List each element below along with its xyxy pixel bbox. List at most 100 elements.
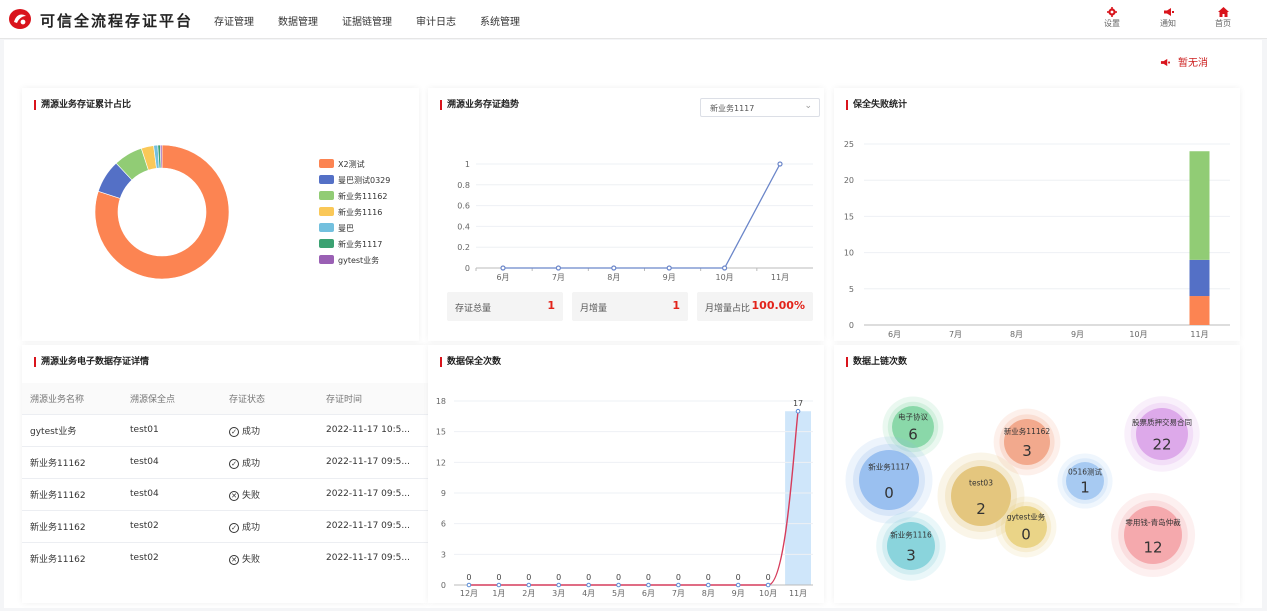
x-circle-icon: ✕	[229, 490, 239, 501]
nav-system[interactable]: 系统管理	[480, 13, 520, 28]
chain-panel: 数据上链次数 电子协议 6 新业务11162 3 股票质押交易合同 22 新业务1117 0 t…	[834, 345, 1240, 603]
business-select[interactable]: 新业务1117 ⌄	[700, 98, 820, 117]
status-text: 成功	[242, 458, 261, 469]
home-icon	[1217, 7, 1229, 17]
y-tick-label: 9	[441, 489, 446, 498]
logo-icon	[9, 9, 31, 29]
notify-button[interactable]: 通知	[1153, 7, 1183, 29]
stat-total-label: 存证总量	[455, 304, 492, 314]
data-point	[496, 582, 502, 588]
x-tick-label: 9月	[1071, 330, 1084, 339]
data-point	[526, 582, 532, 588]
table-header-row: 溯源业务名称 溯源保全点 存证状态 存证时间	[22, 383, 428, 414]
y-tick-label: 20	[844, 176, 854, 185]
x-tick-label: 8月	[1010, 330, 1023, 339]
bubble: 0516测试 1	[1057, 453, 1113, 509]
nav-data[interactable]: 数据管理	[278, 13, 318, 28]
bubble: 股票质押交易合同 22	[1124, 396, 1200, 472]
legend-swatch	[319, 223, 334, 232]
legend-item[interactable]: X2测试	[319, 159, 365, 170]
legend-item[interactable]: gytest业务	[319, 255, 379, 266]
x-tick-label: 9月	[732, 589, 745, 598]
cell-point: test04	[122, 445, 221, 478]
trend-panel: 溯源业务存证趋势 新业务1117 ⌄ 0 0.2 0.4 0.6 0.8 1 6月 7月 8月 9…	[428, 88, 824, 341]
x-tick-label: 1月	[492, 589, 505, 598]
cell-name: 新业务11162	[22, 445, 122, 478]
status-text: 失败	[242, 490, 261, 501]
x-tick-label: 8月	[607, 273, 620, 282]
bubble-value: 12	[1143, 538, 1162, 556]
cell-time: 2022-11-17 10:5...	[318, 413, 428, 446]
y-tick-label: 25	[844, 140, 854, 149]
col-status: 存证状态	[221, 383, 318, 414]
home-button[interactable]: 首页	[1208, 7, 1238, 29]
data-label: 0	[496, 573, 501, 582]
x-tick-label: 6月	[888, 330, 901, 339]
stat-total-value: 1	[547, 299, 555, 312]
table-row[interactable]: 新业务11162 test02 ✓ 成功 2022-11-17 09:5...	[22, 509, 428, 542]
x-tick-label: 4月	[582, 589, 595, 598]
cell-name: gytest业务	[22, 413, 122, 446]
trend-line-chart: 0 0.2 0.4 0.6 0.8 1 6月 7月 8月 9月 10月 11月	[457, 160, 813, 282]
cell-point: test02	[122, 509, 221, 542]
megaphone-icon	[1160, 58, 1170, 67]
stat-monthly: 月增量 1	[572, 292, 688, 321]
cell-time: 2022-11-17 09:5...	[318, 477, 428, 510]
data-label: 0	[736, 573, 741, 582]
table-row[interactable]: gytest业务 test01 ✓ 成功 2022-11-17 10:5...	[22, 413, 428, 446]
x-tick-label: 12月	[460, 589, 478, 598]
data-label: 17	[793, 399, 803, 408]
data-point	[777, 161, 783, 167]
bubble-label: 电子协议	[898, 412, 928, 422]
legend-item[interactable]: 曼巴测试0329	[319, 175, 390, 186]
notice[interactable]: 暂无消	[1160, 54, 1208, 69]
cell-point: test02	[122, 541, 221, 574]
y-tick-label: 0.4	[457, 222, 470, 231]
nav-audit[interactable]: 审计日志	[416, 13, 456, 28]
x-tick-label: 10月	[1129, 330, 1147, 339]
x-tick-label: 2月	[522, 589, 535, 598]
y-tick-label: 5	[849, 285, 854, 294]
x-tick-label: 7月	[552, 273, 565, 282]
check-circle-icon: ✓	[229, 458, 239, 469]
data-point	[500, 265, 506, 271]
bubble-value: 22	[1152, 436, 1171, 454]
y-tick-label: 0	[465, 264, 470, 273]
legend-item[interactable]: 曼巴	[319, 223, 354, 234]
save-panel: 数据保全次数 0 3 6 9 12 15 18 12月 1月 2月 3月 4月 5月 6月 7月 8月 9月 10…	[428, 345, 824, 603]
col-time: 存证时间	[318, 383, 428, 414]
bubble-value: 1	[1080, 478, 1090, 496]
x-tick-label: 10月	[759, 589, 777, 598]
cell-name: 新业务11162	[22, 509, 122, 542]
legend-item[interactable]: 新业务1116	[319, 207, 382, 218]
legend-item[interactable]: 新业务11162	[319, 191, 387, 202]
y-tick-label: 18	[436, 397, 446, 406]
data-point	[765, 582, 771, 588]
table-title: 溯源业务电子数据存证详情	[34, 357, 149, 367]
status-text: 失败	[242, 554, 261, 565]
y-tick-label: 12	[436, 458, 446, 467]
highlight-bar	[785, 411, 811, 585]
table-row[interactable]: 新业务11162 test04 ✕ 失败 2022-11-17 09:5...	[22, 477, 428, 510]
trend-title: 溯源业务存证趋势	[440, 100, 519, 110]
cell-name: 新业务11162	[22, 541, 122, 574]
table-row[interactable]: 新业务11162 test02 ✕ 失败 2022-11-17 09:5...	[22, 541, 428, 574]
data-point	[646, 582, 651, 588]
y-tick-label: 6	[441, 520, 446, 529]
legend-item[interactable]: 新业务1117	[319, 239, 382, 250]
data-label: 0	[586, 573, 591, 582]
gear-icon	[1107, 7, 1117, 17]
data-point	[676, 582, 681, 588]
nav-evidence[interactable]: 存证管理	[214, 13, 254, 28]
table-row[interactable]: 新业务11162 test04 ✓ 成功 2022-11-17 09:5...	[22, 445, 428, 478]
settings-button[interactable]: 设置	[1097, 7, 1127, 29]
save-line-chart: 0 3 6 9 12 15 18 12月 1月 2月 3月 4月 5月 6月 7月 8月 9月 10月 11月 0 0 0…	[436, 397, 813, 598]
data-point	[466, 582, 472, 588]
nav-chain[interactable]: 证据链管理	[342, 13, 392, 28]
cell-point: test04	[122, 477, 221, 510]
data-point	[586, 582, 591, 588]
x-tick-label: 3月	[552, 589, 565, 598]
x-tick-label: 7月	[672, 589, 685, 598]
x-tick-label: 6月	[496, 273, 509, 282]
notice-text: 暂无消	[1178, 58, 1208, 69]
